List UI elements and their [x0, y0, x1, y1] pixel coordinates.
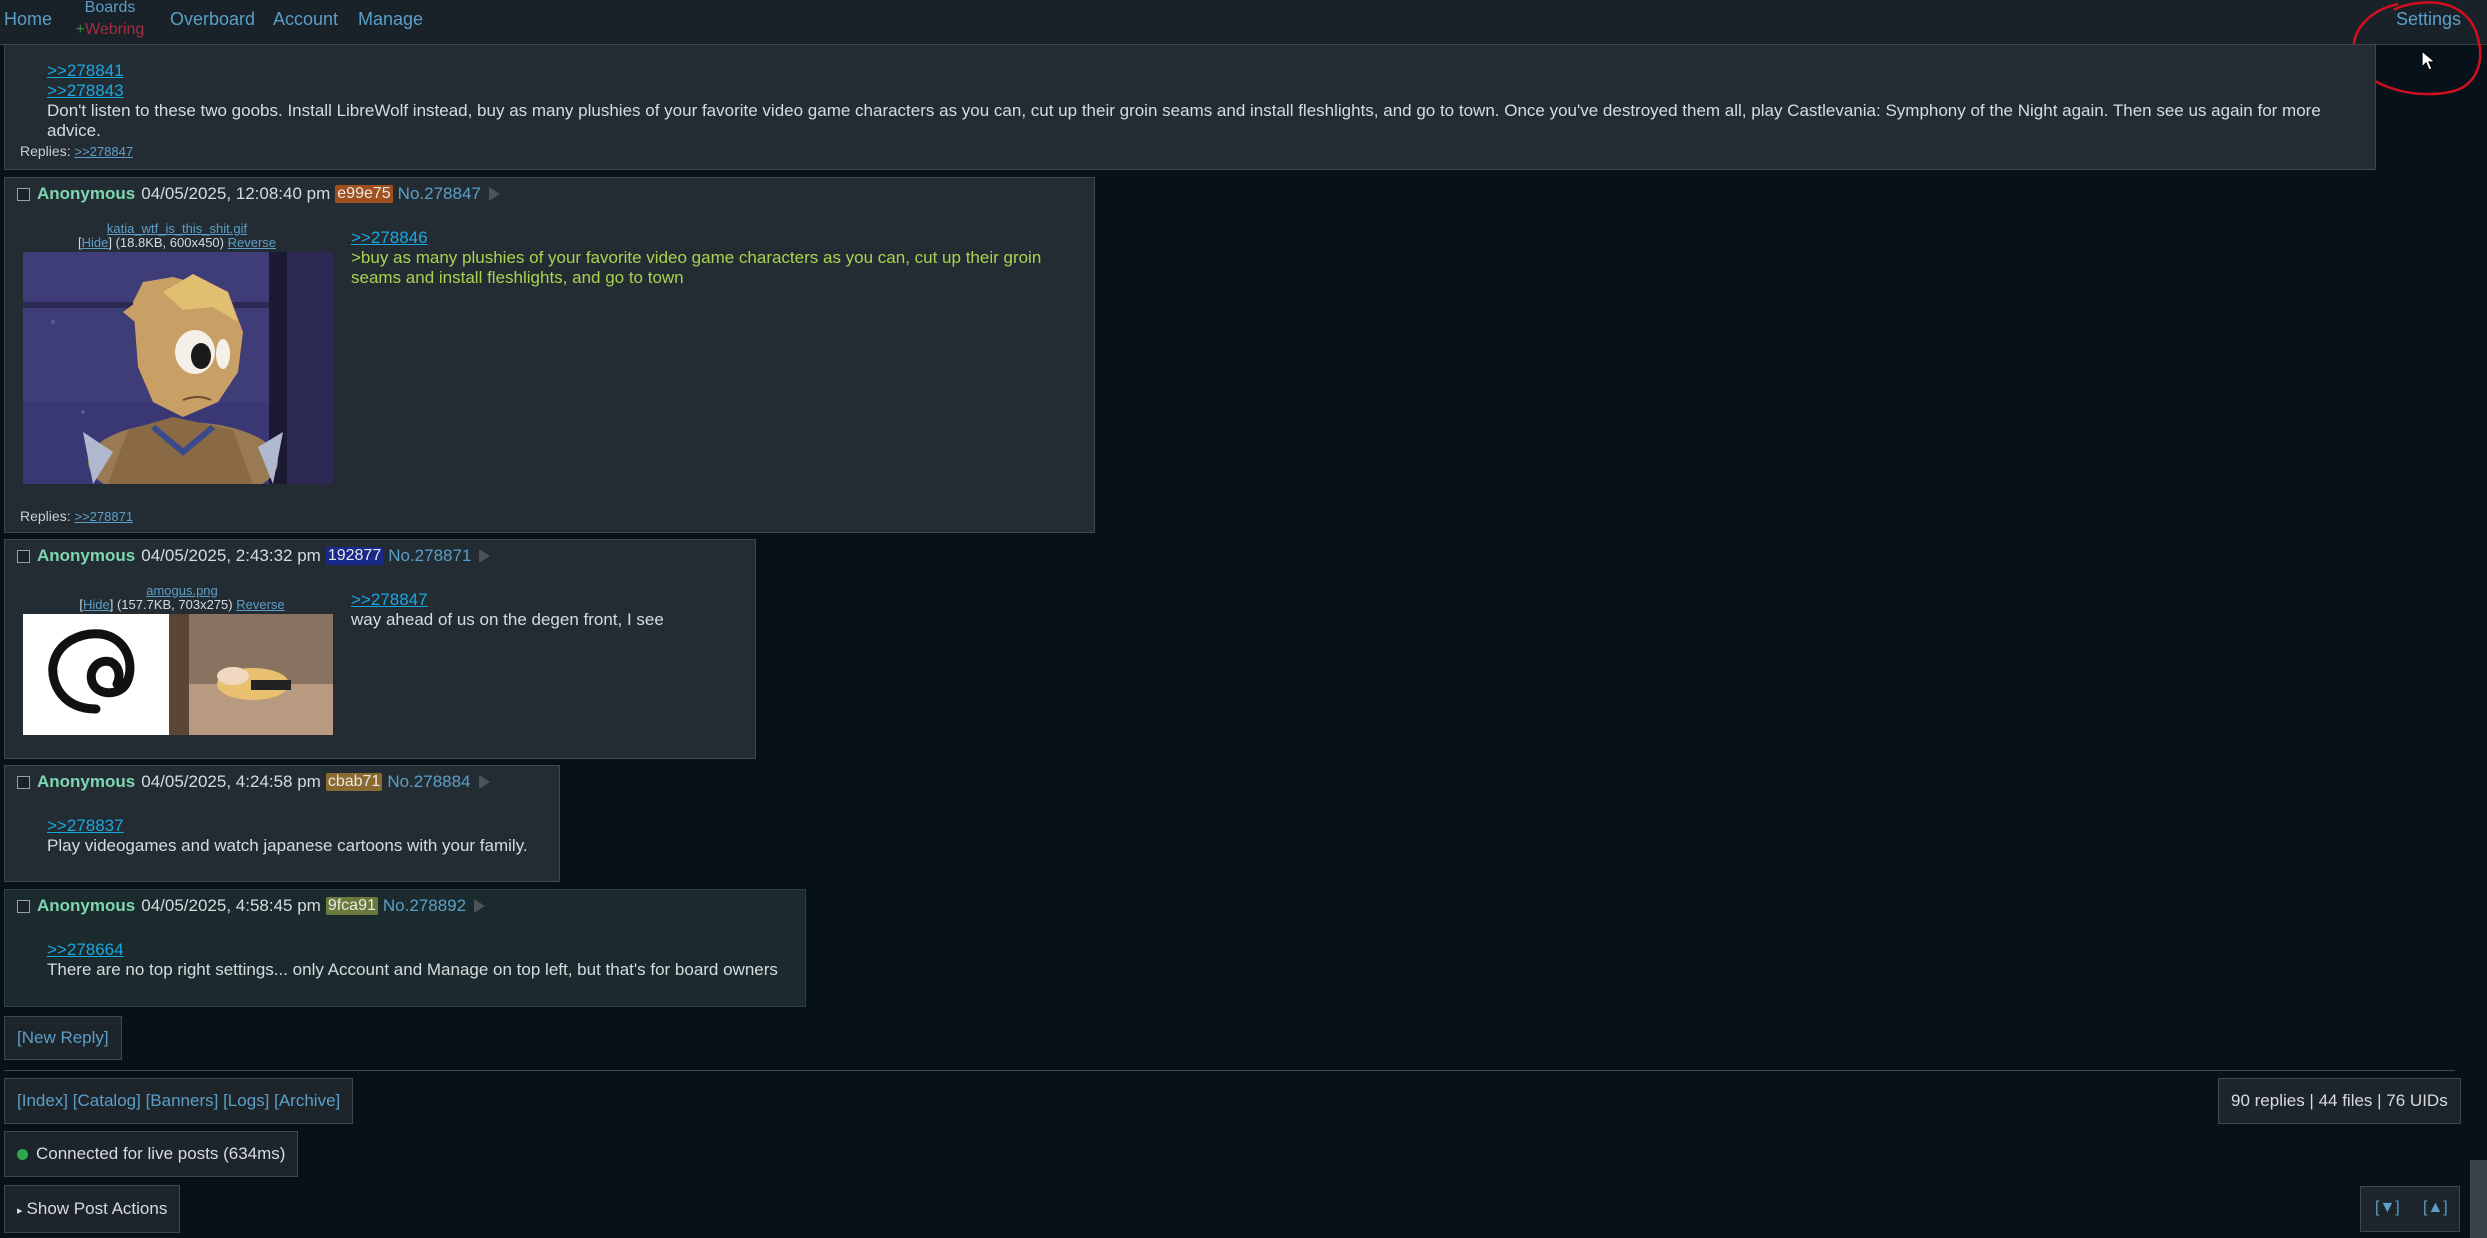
quote-link[interactable]: >>278841	[47, 61, 2375, 81]
post-number-link[interactable]: No.278892	[383, 896, 466, 916]
post-date: 04/05/2025, 4:24:58 pm	[141, 772, 321, 791]
nav-account-link[interactable]: Account	[273, 0, 338, 38]
reply-backlink[interactable]: >>278871	[74, 509, 133, 524]
scroll-to-bottom-button[interactable]: [▼]	[2375, 1199, 2400, 1217]
nav-webring-link[interactable]: +Webring	[70, 16, 150, 44]
file-name-link[interactable]: katia_wtf_is_this_shit.gif	[17, 222, 337, 236]
thread-nav-links: [Index] [Catalog] [Banners] [Logs] [Arch…	[4, 1078, 354, 1124]
poster-uid[interactable]: e99e75	[335, 185, 393, 203]
post-message: Don't listen to these two goobs. Install…	[47, 101, 2321, 140]
file-meta: (18.8KB, 600x450)	[115, 235, 224, 250]
post-header: Anonymous 04/05/2025, 4:58:45 pm 9fca91 …	[17, 896, 486, 916]
file-meta: (157.7KB, 703x275)	[116, 597, 233, 612]
show-post-actions-toggle[interactable]: ▸ Show Post Actions	[4, 1185, 181, 1233]
file-hide-link[interactable]: Hide	[83, 597, 110, 612]
scroll-buttons: [▼] [▲]	[2360, 1186, 2460, 1232]
live-status-text: Connected for live posts (634ms)	[36, 1144, 286, 1163]
reply-post-278871: Anonymous 04/05/2025, 2:43:32 pm 192877 …	[4, 539, 756, 759]
reply-backlink[interactable]: >>278847	[74, 144, 133, 159]
post-replies: Replies: >>278847	[20, 143, 133, 159]
post-menu-arrow-icon[interactable]	[474, 899, 486, 913]
quote-link[interactable]: >>278847	[351, 590, 751, 610]
post-date: 04/05/2025, 2:43:32 pm	[141, 546, 321, 565]
thread-op-post: >>278841 >>278843 Don't listen to these …	[4, 44, 2376, 170]
reverse-image-search-link[interactable]: Reverse	[236, 597, 284, 612]
post-number-link[interactable]: No.278847	[398, 184, 481, 204]
post-menu-arrow-icon[interactable]	[488, 187, 500, 201]
nav-home-link[interactable]: Home	[4, 0, 52, 38]
post-message: Play videogames and watch japanese carto…	[47, 836, 528, 855]
scrollbar-thumb[interactable]	[2470, 1160, 2487, 1238]
post-message: There are no top right settings... only …	[47, 960, 778, 979]
post-select-checkbox[interactable]	[17, 899, 30, 913]
nav-settings-link[interactable]: Settings	[2396, 0, 2461, 38]
file-info: amogus.png [Hide] (157.7KB, 703x275) Rev…	[17, 584, 347, 612]
post-date: 04/05/2025, 4:58:45 pm	[141, 896, 321, 915]
nav-boards-label[interactable]: Boards	[70, 0, 150, 16]
reply-post-278847: Anonymous 04/05/2025, 12:08:40 pm e99e75…	[4, 177, 1095, 533]
post-date: 04/05/2025, 12:08:40 pm	[141, 184, 331, 203]
post-header: Anonymous 04/05/2025, 4:24:58 pm cbab71 …	[17, 772, 490, 792]
replies-label: Replies:	[20, 508, 71, 524]
post-message: way ahead of us on the degen front, I se…	[351, 610, 664, 629]
post-number-link[interactable]: No.278871	[388, 546, 471, 566]
quote-link[interactable]: >>278837	[47, 816, 547, 836]
poster-name: Anonymous	[37, 546, 136, 565]
nav-overboard-link[interactable]: Overboard	[170, 0, 255, 38]
post-header: Anonymous 04/05/2025, 12:08:40 pm e99e75…	[17, 184, 500, 204]
thread-stats-text: 90 replies | 44 files | 76 UIDs	[2231, 1091, 2448, 1110]
post-image-thumbnail[interactable]	[23, 252, 333, 484]
post-select-checkbox[interactable]	[17, 775, 30, 789]
poster-uid[interactable]: 192877	[325, 547, 384, 565]
poster-name: Anonymous	[37, 896, 136, 915]
post-replies: Replies: >>278871	[20, 508, 133, 524]
divider	[4, 1070, 2455, 1071]
post-select-checkbox[interactable]	[17, 187, 30, 201]
nav-manage-link[interactable]: Manage	[358, 0, 423, 38]
file-name-link[interactable]: amogus.png	[17, 584, 347, 598]
top-navigation-bar: Home Boards +Webring Overboard Account M…	[0, 0, 2487, 45]
reply-post-278892: Anonymous 04/05/2025, 4:58:45 pm 9fca91 …	[4, 889, 806, 1007]
expand-triangle-icon: ▸	[17, 1205, 23, 1217]
mouse-cursor-icon	[2421, 50, 2437, 71]
file-info: katia_wtf_is_this_shit.gif [Hide] (18.8K…	[17, 222, 337, 250]
nav-boards-menu[interactable]: Boards +Webring	[70, 0, 150, 44]
replies-label: Replies:	[20, 143, 71, 159]
post-image-thumbnail[interactable]	[23, 614, 333, 735]
poster-uid[interactable]: cbab71	[325, 773, 383, 791]
live-posts-status: Connected for live posts (634ms)	[4, 1131, 299, 1177]
webring-plus: +	[75, 21, 86, 38]
greentext-message: >buy as many plushies of your favorite v…	[351, 248, 1042, 287]
post-menu-arrow-icon[interactable]	[479, 549, 491, 563]
logs-link[interactable]: [Logs]	[223, 1091, 269, 1110]
quote-link[interactable]: >>278664	[47, 940, 797, 960]
archive-link[interactable]: [Archive]	[274, 1091, 340, 1110]
quote-link[interactable]: >>278843	[47, 81, 2375, 101]
show-post-actions-label: Show Post Actions	[26, 1199, 168, 1218]
poster-name: Anonymous	[37, 184, 136, 203]
index-link[interactable]: [Index]	[17, 1091, 68, 1110]
new-reply-label[interactable]: [New Reply]	[17, 1028, 109, 1047]
poster-uid[interactable]: 9fca91	[325, 897, 378, 915]
file-hide-link[interactable]: Hide	[82, 235, 109, 250]
reverse-image-search-link[interactable]: Reverse	[228, 235, 276, 250]
post-select-checkbox[interactable]	[17, 549, 30, 563]
new-reply-button[interactable]: [New Reply]	[4, 1016, 122, 1060]
live-status-dot-icon	[17, 1149, 28, 1161]
reply-post-278884: Anonymous 04/05/2025, 4:24:58 pm cbab71 …	[4, 765, 560, 882]
scroll-to-top-button[interactable]: [▲]	[2423, 1199, 2448, 1217]
post-header: Anonymous 04/05/2025, 2:43:32 pm 192877 …	[17, 546, 491, 566]
poster-name: Anonymous	[37, 772, 136, 791]
catalog-link[interactable]: [Catalog]	[73, 1091, 141, 1110]
webring-label: Webring	[85, 21, 145, 38]
post-menu-arrow-icon[interactable]	[478, 775, 490, 789]
quote-link[interactable]: >>278846	[351, 228, 1051, 248]
banners-link[interactable]: [Banners]	[146, 1091, 219, 1110]
post-number-link[interactable]: No.278884	[387, 772, 470, 792]
thread-stats: 90 replies | 44 files | 76 UIDs	[2218, 1078, 2461, 1124]
